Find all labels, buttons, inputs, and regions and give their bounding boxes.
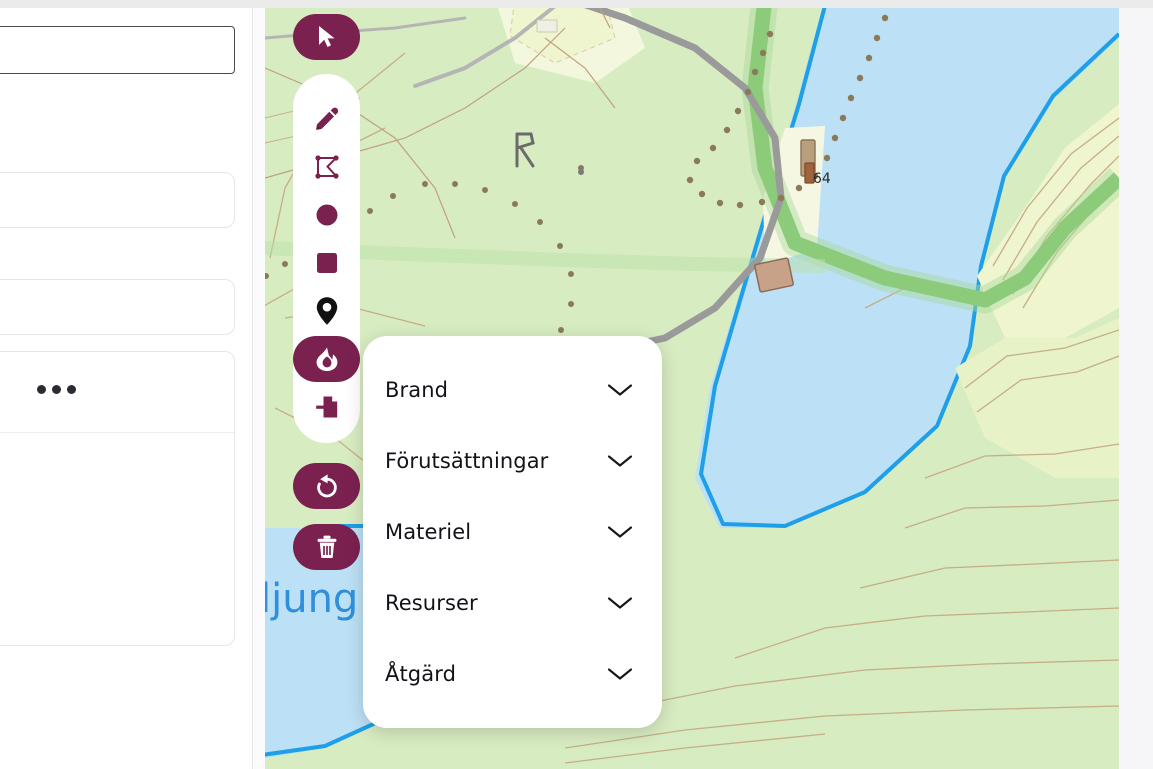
menu-item-atgard[interactable]: Åtgärd (385, 638, 640, 709)
menu-item-materiel[interactable]: Materiel (385, 497, 640, 568)
left-sidebar (0, 8, 253, 769)
window-top-strip (0, 0, 1153, 8)
drawing-tool-stack (293, 74, 360, 443)
app-root: 64 ljung Brand Förutsättningar Materiel … (0, 0, 1153, 769)
tool-undo[interactable] (293, 463, 360, 509)
polygon-vertices-icon (314, 155, 339, 179)
tool-draw-circle[interactable] (293, 192, 360, 238)
tool-draw-polygon[interactable] (293, 144, 360, 190)
chevron-down-icon[interactable] (607, 383, 633, 397)
square-shape-icon (316, 253, 337, 273)
tool-place-marker[interactable] (293, 288, 360, 334)
menu-item-forutsattningar[interactable]: Förutsättningar (385, 426, 640, 497)
file-import-icon (315, 396, 337, 418)
sidebar-card-secondary[interactable] (0, 279, 235, 335)
circle-shape-icon (316, 204, 337, 226)
sidebar-card-list (0, 351, 235, 646)
menu-item-resurser[interactable]: Resurser (385, 567, 640, 638)
menu-item-label: Materiel (385, 519, 472, 544)
map-water-label: ljung (265, 576, 359, 622)
menu-item-label: Förutsättningar (385, 449, 549, 474)
tool-import-file[interactable] (293, 384, 360, 430)
map-right-gutter (1119, 8, 1153, 769)
tool-delete[interactable] (293, 524, 360, 570)
pencil-icon (315, 107, 338, 130)
menu-item-label: Resurser (385, 590, 478, 615)
flame-icon (316, 347, 337, 371)
menu-item-label: Åtgärd (385, 661, 456, 686)
search-input[interactable] (0, 26, 235, 74)
sidebar-gutter (254, 8, 265, 769)
category-menu-panel: Brand Förutsättningar Materiel Resurser (363, 336, 662, 728)
undo-arrow-icon (316, 474, 337, 498)
chevron-down-icon[interactable] (607, 596, 633, 610)
sidebar-card-list-header (0, 352, 234, 433)
tool-draw-pencil[interactable] (293, 96, 360, 142)
trash-icon (317, 535, 336, 558)
chevron-down-icon[interactable] (607, 667, 633, 681)
tool-select-cursor[interactable] (293, 14, 360, 60)
sidebar-card-primary[interactable] (0, 172, 235, 228)
tool-fire-brand[interactable] (293, 336, 360, 382)
tool-draw-rectangle[interactable] (293, 240, 360, 286)
map-road-number-label: 64 (813, 171, 831, 187)
cursor-arrow-icon (318, 26, 335, 47)
chevron-down-icon[interactable] (607, 454, 633, 468)
more-options-icon[interactable] (37, 385, 76, 394)
menu-item-brand[interactable]: Brand (385, 355, 640, 426)
map-pin-icon (316, 297, 337, 325)
chevron-down-icon[interactable] (607, 525, 633, 539)
menu-item-label: Brand (385, 378, 449, 403)
